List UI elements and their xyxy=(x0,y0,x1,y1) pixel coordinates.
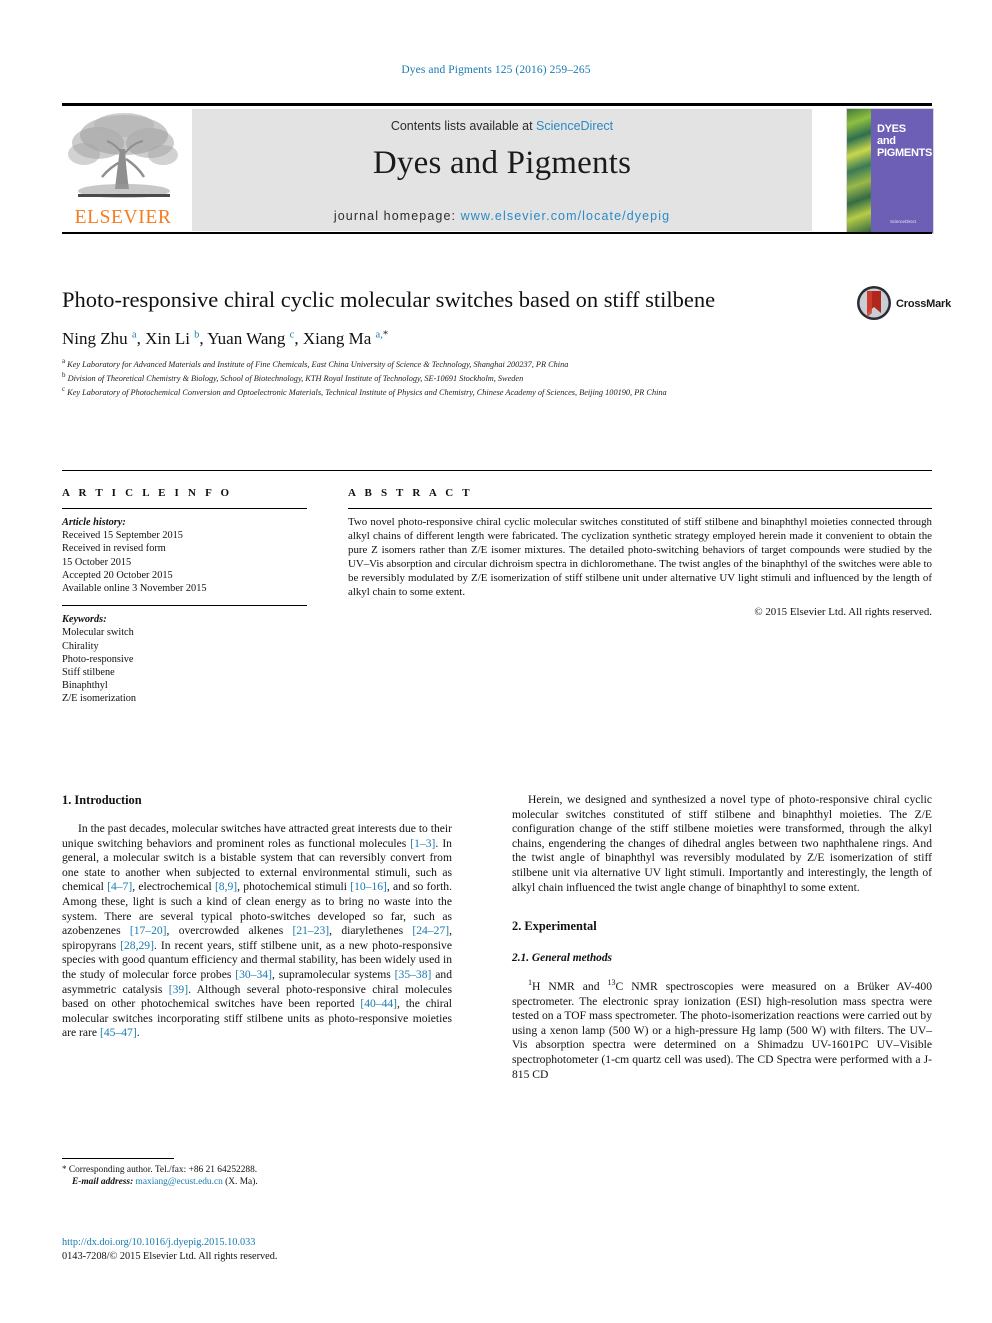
history-line: Received in revised form xyxy=(62,543,166,555)
citation-link[interactable]: [30–34] xyxy=(235,968,272,981)
keyword-item: Z/E isomerization xyxy=(62,693,137,705)
citation-link[interactable]: [45–47] xyxy=(100,1026,137,1039)
cover-art-strip xyxy=(847,109,871,233)
article-history-label: Article history: xyxy=(62,517,126,528)
keyword-item: Photo-responsive xyxy=(62,653,134,665)
abstract-text: Two novel photo-responsive chiral cyclic… xyxy=(348,516,932,598)
cover-title-line-2: and xyxy=(877,135,896,147)
footnote-line-1: * Corresponding author. Tel./fax: +86 21… xyxy=(62,1163,452,1176)
general-methods-paragraph: 1H NMR and 13C NMR spectroscopies were m… xyxy=(512,978,932,1081)
affiliation-list: a Key Laboratory for Advanced Materials … xyxy=(62,356,832,398)
intro-paragraph: In the past decades, molecular switches … xyxy=(62,822,453,1040)
keyword-item: Stiff stilbene xyxy=(62,667,115,679)
issn-copyright-line: 0143-7208/© 2015 Elsevier Ltd. All right… xyxy=(62,1250,278,1262)
crossmark-icon xyxy=(857,286,891,320)
footnote-rule xyxy=(62,1158,174,1159)
citation-link[interactable]: [40–44] xyxy=(360,997,397,1010)
article-history: Article history: Received 15 September 2… xyxy=(62,516,307,595)
journal-homepage-line: journal homepage: www.elsevier.com/locat… xyxy=(192,209,812,223)
info-section-top-rule xyxy=(62,470,932,471)
article-info-rule xyxy=(62,508,307,509)
journal-homepage-link[interactable]: www.elsevier.com/locate/dyepig xyxy=(461,209,670,223)
keywords-rule xyxy=(62,605,307,607)
elsevier-tree-icon xyxy=(68,113,178,198)
corresponding-author-footnote: * Corresponding author. Tel./fax: +86 21… xyxy=(62,1163,452,1189)
section-heading-experimental: 2. Experimental xyxy=(512,919,597,934)
keywords-block: Keywords: Molecular switch Chirality Pho… xyxy=(62,605,307,705)
citation-link[interactable]: [10–16] xyxy=(350,880,387,893)
citation-link[interactable]: [39] xyxy=(169,983,188,996)
citation-link[interactable]: [21–23] xyxy=(292,924,329,937)
footnote-corresponding: Corresponding author. Tel./fax: +86 21 6… xyxy=(66,1165,258,1175)
history-line: 15 October 2015 xyxy=(62,556,132,568)
keyword-item: Binaphthyl xyxy=(62,680,108,692)
elsevier-logo: ELSEVIER xyxy=(62,109,184,231)
running-head: Dyes and Pigments 125 (2016) 259–265 xyxy=(401,64,591,76)
superscript-13: 13 xyxy=(607,978,616,988)
homepage-prefix: journal homepage: xyxy=(333,209,461,223)
sciencedirect-link[interactable]: ScienceDirect xyxy=(536,119,613,133)
section-heading-introduction: 1. Introduction xyxy=(62,793,142,807)
citation-link[interactable]: [17–20] xyxy=(130,924,167,937)
citation-link[interactable]: [4–7] xyxy=(107,880,132,893)
subsection-heading-general-methods: 2.1. General methods xyxy=(512,952,612,965)
citation-link[interactable]: [28,29] xyxy=(120,939,154,952)
elsevier-wordmark: ELSEVIER xyxy=(74,207,172,228)
masthead-top-rule xyxy=(62,103,932,106)
masthead-bottom-rule xyxy=(62,232,932,234)
email-label: E-mail address: xyxy=(72,1177,134,1188)
affiliation-item: b Division of Theoretical Chemistry & Bi… xyxy=(62,370,524,383)
keywords-label: Keywords: xyxy=(62,614,107,626)
history-line: Received 15 September 2015 xyxy=(62,530,183,542)
cover-publisher-mark: ScienceDirect xyxy=(890,219,916,224)
abstract-column: A B S T R A C T Two novel photo-responsi… xyxy=(348,487,932,618)
page-footer: http://dx.doi.org/10.1016/j.dyepig.2015.… xyxy=(62,1236,492,1263)
abstract-copyright: © 2015 Elsevier Ltd. All rights reserved… xyxy=(754,606,932,619)
paper-page: Dyes and Pigments 125 (2016) 259–265 ELS… xyxy=(0,0,992,1323)
keyword-item: Molecular switch xyxy=(62,627,134,639)
abstract-heading: A B S T R A C T xyxy=(348,487,473,499)
citation-link[interactable]: [24–27] xyxy=(412,924,449,937)
contents-available-line: Contents lists available at ScienceDirec… xyxy=(192,119,812,133)
keywords-list: Keywords: Molecular switch Chirality Pho… xyxy=(62,613,307,705)
masthead-banner: Contents lists available at ScienceDirec… xyxy=(192,109,812,231)
article-info-heading: A R T I C L E I N F O xyxy=(62,487,233,499)
doi-link[interactable]: http://dx.doi.org/10.1016/j.dyepig.2015.… xyxy=(62,1236,492,1250)
journal-masthead: ELSEVIER Contents lists available at Sci… xyxy=(62,103,934,235)
history-line: Accepted 20 October 2015 xyxy=(62,569,173,581)
cover-title: DYES and PIGMENTS xyxy=(877,123,932,159)
abstract-rule xyxy=(348,508,932,509)
citation-link[interactable]: [1–3] xyxy=(410,837,435,850)
journal-cover-thumbnail: DYES and PIGMENTS ScienceDirect xyxy=(846,108,934,234)
article-title-block: Photo-responsive chiral cyclic molecular… xyxy=(62,286,852,398)
cover-title-line-1: DYES xyxy=(877,123,906,135)
email-link[interactable]: maxiang@ecust.edu.cn xyxy=(136,1177,223,1187)
history-line: Available online 3 November 2015 xyxy=(62,583,207,595)
author-list: Ning Zhu a, Xin Li b, Yuan Wang c, Xiang… xyxy=(62,329,389,348)
journal-title: Dyes and Pigments xyxy=(372,145,632,181)
affiliation-item: a Key Laboratory for Advanced Materials … xyxy=(62,357,569,369)
citation-link[interactable]: [8,9] xyxy=(215,880,237,893)
crossmark-badge[interactable]: CrossMark xyxy=(856,285,952,327)
contents-prefix: Contents lists available at xyxy=(390,119,537,133)
page-title: Photo-responsive chiral cyclic molecular… xyxy=(62,287,716,312)
body-column-right: Herein, we designed and synthesized a no… xyxy=(512,793,932,1092)
keyword-item: Chirality xyxy=(62,640,99,652)
affiliation-item: c Key Laboratory of Photochemical Conver… xyxy=(62,384,667,397)
cover-title-line-3: PIGMENTS xyxy=(877,147,933,159)
email-suffix: (X. Ma). xyxy=(222,1177,258,1188)
footnote-line-2: E-mail address: maxiang@ecust.edu.cn (X.… xyxy=(62,1176,452,1188)
article-info-column: A R T I C L E I N F O Article history: R… xyxy=(62,487,307,706)
citation-link[interactable]: [35–38] xyxy=(395,968,432,981)
herein-paragraph: Herein, we designed and synthesized a no… xyxy=(512,793,932,894)
superscript-1: 1 xyxy=(528,978,532,988)
body-column-left: 1. Introduction In the past decades, mol… xyxy=(62,793,452,1051)
crossmark-label: CrossMark xyxy=(896,298,952,310)
